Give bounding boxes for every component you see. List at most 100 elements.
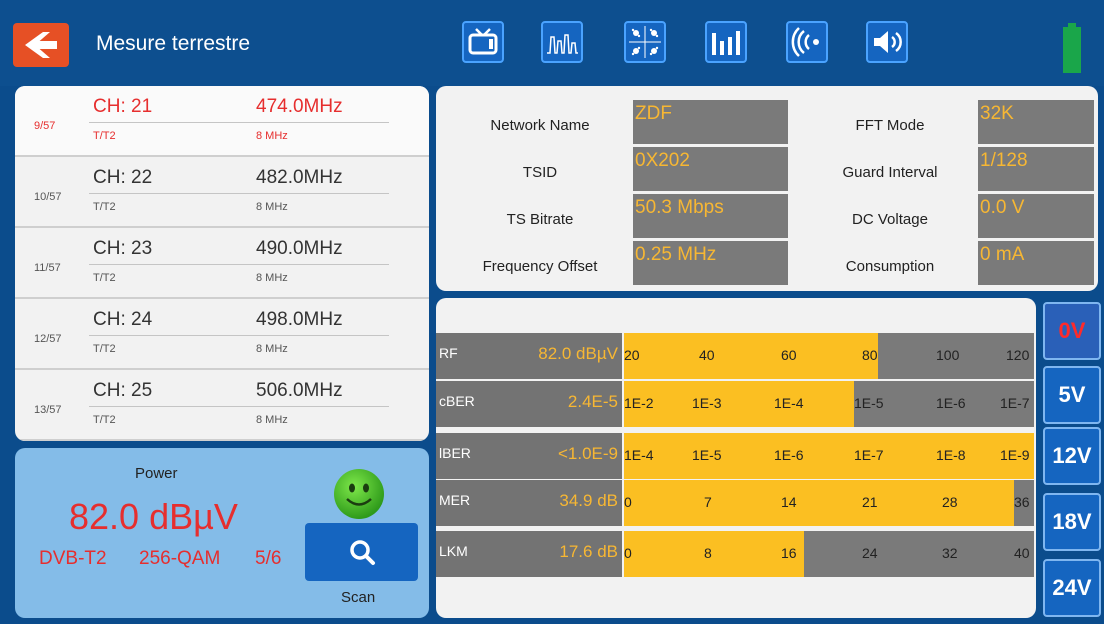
- meter-fill: [624, 381, 854, 427]
- bar-graph-button[interactable]: [705, 21, 747, 63]
- voltage-12v-button[interactable]: 12V: [1043, 427, 1101, 485]
- meter-tick: 1E-6: [936, 395, 966, 411]
- meter-name: LKM: [439, 543, 468, 559]
- meter-name: lBER: [439, 445, 471, 461]
- speaker-button[interactable]: [866, 21, 908, 63]
- dc-voltage-label: DC Voltage: [852, 211, 928, 228]
- spectrum-button[interactable]: [541, 21, 583, 63]
- meter-tick: 0: [624, 545, 632, 561]
- bar-graph-icon: [712, 31, 740, 55]
- fft-mode-label: FFT Mode: [855, 117, 925, 134]
- stream-info-panel: Network Name ZDF TSID 0X202 TS Bitrate 5…: [436, 86, 1098, 291]
- network-name-label: Network Name: [490, 117, 590, 134]
- meter-label-box: cBER 2.4E-5: [436, 381, 622, 427]
- guard-interval-value: 1/128: [978, 147, 1094, 191]
- meter-tick: 1E-9: [1000, 447, 1030, 463]
- voltage-5v-button[interactable]: 5V: [1043, 366, 1101, 424]
- constellation-button[interactable]: [624, 21, 666, 63]
- channel-name: CH: 24: [93, 309, 153, 330]
- meter-tick: 36: [1014, 494, 1030, 510]
- channel-row-selected[interactable]: 9/57 CH: 21 474.0MHz T/T2 8 MHz: [15, 86, 429, 157]
- signal-wave-icon: [791, 27, 819, 57]
- meter-value: <1.0E-9: [557, 444, 618, 463]
- fft-mode-value: 32K: [978, 100, 1094, 144]
- dc-voltage-value: 0.0 V: [978, 194, 1094, 238]
- meter-row-rf: RF 82.0 dBµV 20 40 60 80 100 120: [436, 333, 1036, 379]
- meter-bar: 20 40 60 80 100 120: [624, 333, 1034, 379]
- meter-row-cber: cBER 2.4E-5 1E-2 1E-3 1E-4 1E-5 1E-6 1E-…: [436, 381, 1036, 427]
- meter-value: 2.4E-5: [567, 392, 618, 411]
- channel-row[interactable]: 11/57 CH: 23 490.0MHz T/T2 8 MHz: [15, 228, 429, 299]
- meter-tick: 1E-7: [854, 447, 884, 463]
- meter-tick: 20: [624, 347, 640, 363]
- power-value: 82.0 dBµV: [69, 496, 238, 537]
- meter-tick: 1E-7: [1000, 395, 1030, 411]
- constellation-icon: [629, 26, 661, 58]
- channel-bandwidth: 8 MHz: [256, 272, 288, 284]
- channel-modulation: T/T2: [93, 272, 116, 284]
- channel-row[interactable]: 12/57 CH: 24 498.0MHz T/T2 8 MHz: [15, 299, 429, 370]
- back-button[interactable]: [13, 23, 69, 67]
- meter-value: 34.9 dB: [559, 491, 618, 510]
- voltage-18v-button[interactable]: 18V: [1043, 493, 1101, 551]
- broadcast-system: DVB-T2: [39, 548, 107, 569]
- meter-tick: 7: [704, 494, 712, 510]
- channel-modulation: T/T2: [93, 130, 116, 142]
- channel-modulation: T/T2: [93, 414, 116, 426]
- voltage-24v-button[interactable]: 24V: [1043, 559, 1101, 617]
- meter-label-box: lBER <1.0E-9: [436, 433, 622, 479]
- channel-name: CH: 23: [93, 238, 153, 259]
- search-icon: [349, 540, 375, 565]
- meter-tick: 40: [699, 347, 715, 363]
- meter-tick: 16: [781, 545, 797, 561]
- battery-icon: [1063, 23, 1081, 73]
- channel-name: CH: 22: [93, 167, 153, 188]
- frequency-offset-label: Frequency Offset: [482, 258, 598, 275]
- meter-fill: [624, 531, 805, 577]
- meter-bar: 1E-4 1E-5 1E-6 1E-7 1E-8 1E-9: [624, 433, 1034, 479]
- divider: [89, 264, 389, 265]
- tv-icon: [468, 28, 498, 55]
- page-title: Mesure terrestre: [96, 32, 251, 55]
- channel-row[interactable]: 13/57 CH: 25 506.0MHz T/T2 8 MHz: [15, 370, 429, 441]
- meter-tick: 1E-2: [624, 395, 654, 411]
- meter-tick: 1E-4: [774, 395, 804, 411]
- divider: [89, 193, 389, 194]
- meter-panel: RF 82.0 dBµV 20 40 60 80 100 120 cBER 2.…: [436, 298, 1036, 618]
- meter-tick: 100: [936, 347, 960, 363]
- meter-label-box: RF 82.0 dBµV: [436, 333, 622, 379]
- meter-tick: 8: [704, 545, 712, 561]
- voltage-0v-button[interactable]: 0V: [1043, 302, 1101, 360]
- tsid-value: 0X202: [633, 147, 788, 191]
- meter-tick: 24: [862, 545, 878, 561]
- meter-tick: 80: [862, 347, 878, 363]
- channel-frequency: 490.0MHz: [256, 238, 343, 259]
- tv-button[interactable]: [462, 21, 504, 63]
- divider: [89, 122, 389, 123]
- top-bar: Mesure terrestre: [0, 0, 1104, 86]
- meter-tick: 1E-5: [854, 395, 884, 411]
- scan-button[interactable]: [305, 523, 418, 581]
- consumption-label: Consumption: [845, 258, 935, 275]
- guard-interval-label: Guard Interval: [842, 164, 938, 181]
- network-name-value: ZDF: [633, 100, 788, 144]
- power-panel: Power 82.0 dBµV DVB-T2 256-QAM 5/6 Scan: [15, 448, 429, 618]
- channel-row[interactable]: 10/57 CH: 22 482.0MHz T/T2 8 MHz: [15, 157, 429, 228]
- meter-tick: 1E-5: [692, 447, 722, 463]
- meter-label-box: MER 34.9 dB: [436, 480, 622, 526]
- meter-name: cBER: [439, 393, 475, 409]
- speaker-icon: [874, 31, 902, 53]
- modulation-qam: 256-QAM: [139, 548, 221, 569]
- channel-frequency: 506.0MHz: [256, 380, 343, 401]
- consumption-value: 0 mA: [978, 241, 1094, 285]
- signal-wave-button[interactable]: [786, 21, 828, 63]
- channel-bandwidth: 8 MHz: [256, 414, 288, 426]
- frequency-offset-value: 0.25 MHz: [633, 241, 788, 285]
- tsid-label: TSID: [522, 164, 558, 181]
- meter-tick: 1E-8: [936, 447, 966, 463]
- channel-bandwidth: 8 MHz: [256, 201, 288, 213]
- meter-tick: 1E-6: [774, 447, 804, 463]
- meter-tick: 28: [942, 494, 958, 510]
- ts-bitrate-label: TS Bitrate: [506, 211, 574, 228]
- spectrum-icon: [547, 34, 578, 54]
